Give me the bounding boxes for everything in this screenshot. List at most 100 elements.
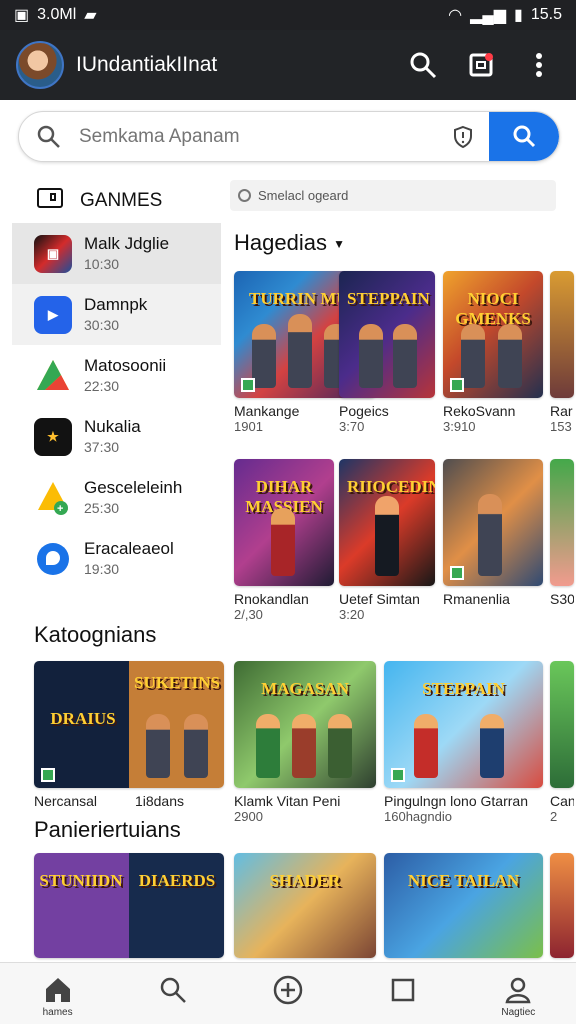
game-cover-image: NICE TAILAN (384, 853, 543, 958)
sidebar-item-damnpk[interactable]: ▶ Damnpk 30:30 (12, 284, 221, 345)
sidebar-item-nukalia[interactable]: ★ Nukalia 37:30 (12, 406, 221, 467)
add-circle-icon (248, 973, 328, 1007)
game-name: Rnokandlan (234, 591, 309, 607)
nav-profile[interactable]: Nagtiec (478, 973, 558, 1018)
sidebar-item-time: 37:30 (84, 438, 120, 455)
square-icon (363, 973, 443, 1007)
sidebar-item-matosoonii[interactable]: Matosoonii 22:30 (12, 345, 221, 406)
notifications-icon[interactable] (460, 44, 502, 86)
sidebar-item-name: Eracaleaeol (84, 538, 174, 558)
platform-badge (391, 768, 405, 782)
game-cover-image: MAGASAN (234, 661, 376, 788)
platform-badge (450, 378, 464, 392)
game-name-pair: Nercansal 1i8dans (34, 793, 224, 809)
nav-add[interactable] (248, 973, 328, 1007)
game-name: RekoSvann (443, 403, 516, 419)
game-name: Rmanenlia (443, 591, 510, 607)
game-meta: 3:910 (443, 419, 476, 434)
section-title-hagedias: Hagedias ▼ (234, 230, 345, 256)
game-card[interactable]: Rar 153 (550, 271, 574, 434)
cover-title: STUNIIDN (39, 871, 123, 890)
platform-badge (241, 378, 255, 392)
game-meta: 2 (550, 809, 558, 824)
game-card[interactable]: DIHAR MASSIEN Rnokandlan 2/,30 (234, 459, 334, 622)
triangle-logo-icon (34, 357, 72, 395)
nav-search[interactable] (133, 973, 213, 1007)
search-icon[interactable] (402, 44, 444, 86)
cover-title: MAGASAN (261, 679, 349, 698)
sidebar-item-time: 30:30 (84, 316, 120, 333)
more-vert-icon[interactable] (518, 44, 560, 86)
game-card[interactable]: NICE TAILAN (384, 853, 543, 958)
search-button[interactable] (489, 112, 559, 161)
game-cover-image (443, 459, 543, 586)
game-card[interactable]: STEPPAIN Pingulngn lono Gtarran 160hagnd… (384, 661, 543, 824)
profile-icon (478, 973, 558, 1007)
game-meta: 3:70 (339, 419, 365, 434)
battery-icon: ▮ (514, 7, 523, 24)
game-card[interactable]: RIIOCEDIN Uetef Simtan 3:20 (339, 459, 435, 622)
game-meta: 2900 (234, 809, 263, 824)
shield-icon[interactable] (437, 125, 489, 149)
game-name: 1i8dans (134, 793, 184, 809)
filter-chip-label: Smelacl ogeard (258, 188, 349, 203)
game-cover-image: RIIOCEDIN (339, 459, 435, 586)
search-input[interactable] (79, 125, 437, 148)
game-cover-image (550, 459, 574, 586)
game-card[interactable]: S30 (550, 459, 574, 607)
cover-title: RIIOCEDIN (347, 477, 435, 496)
game-thumbnail-icon: ▣ (34, 234, 72, 273)
section-title-text: Hagedias (234, 230, 327, 255)
cover-title: SHADER (269, 871, 341, 890)
sidebar-item-gesceleleinh[interactable]: + Gesceleleinh 25:30 (12, 467, 221, 528)
sidebar-heading: GANMES (12, 178, 221, 223)
nav-home[interactable]: hames (18, 973, 98, 1018)
game-card[interactable]: Can 2 (550, 661, 574, 824)
nav-library[interactable] (363, 973, 443, 1007)
cover-title: DRAIUS (50, 709, 116, 728)
home-icon (18, 973, 98, 1007)
section-title-katoognians: Katoognians (34, 622, 157, 647)
game-name: Klamk Vitan Peni (234, 793, 341, 809)
game-card[interactable]: STEPPAIN Pogeics 3:70 (339, 271, 435, 434)
cover-title: STEPPAIN (422, 679, 505, 698)
game-name: Pingulngn lono Gtarran (384, 793, 528, 809)
avatar[interactable] (16, 41, 64, 89)
game-card[interactable]: DRAIUS SUKETINS Nercansal 1i8dans (34, 661, 224, 809)
game-name: Rar (550, 403, 573, 419)
chevron-down-icon[interactable]: ▼ (333, 237, 345, 251)
game-card[interactable]: NIOCI GMENKS RekoSvann 3:910 (443, 271, 543, 434)
sidebar-item-time: 25:30 (84, 499, 120, 516)
filter-chip[interactable]: Smelacl ogeard (230, 180, 556, 211)
status-time-right: 15.5 (530, 6, 562, 23)
game-meta: 160hagndio (384, 809, 452, 824)
sidebar-title: GANMES (80, 189, 163, 211)
game-cover-image: STEPPAIN (384, 661, 543, 788)
cover-title: NICE TAILAN (407, 871, 520, 890)
game-meta: 2/,30 (234, 607, 263, 622)
sidebar-item-eracaleaeol[interactable]: Eracaleaeol 19:30 (12, 528, 221, 589)
search-bar (18, 111, 560, 162)
sidebar-item-malk-jdglie[interactable]: ▣ Malk Jdglie 10:30 (12, 223, 221, 284)
nav-home-label: hames (42, 1007, 73, 1018)
chat-icon (34, 540, 72, 578)
game-cover-image: NIOCI GMENKS (443, 271, 543, 398)
svg-text:+: + (57, 503, 63, 515)
game-card[interactable]: STUNIIDN DIAERDS (34, 853, 224, 958)
platform-badge (450, 566, 464, 580)
game-cover-image: STEPPAIN (339, 271, 435, 398)
search-icon (19, 124, 79, 150)
game-card[interactable] (550, 853, 574, 958)
game-card[interactable]: SHADER (234, 853, 376, 958)
game-cover-image (550, 661, 574, 788)
section-title-panieriertuians: Panieriertuians (34, 817, 181, 842)
drive-logo-icon: + (34, 479, 72, 517)
game-name: S30 (550, 591, 574, 607)
sidebar-item-time: 10:30 (84, 255, 120, 272)
cover-title: STEPPAIN (347, 289, 430, 308)
cover-title: SUKETINS (134, 673, 220, 692)
search-icon (133, 973, 213, 1007)
sidebar-item-name: Nukalia (84, 416, 141, 436)
game-card[interactable]: MAGASAN Klamk Vitan Peni 2900 (234, 661, 376, 824)
game-card[interactable]: Rmanenlia (443, 459, 543, 607)
